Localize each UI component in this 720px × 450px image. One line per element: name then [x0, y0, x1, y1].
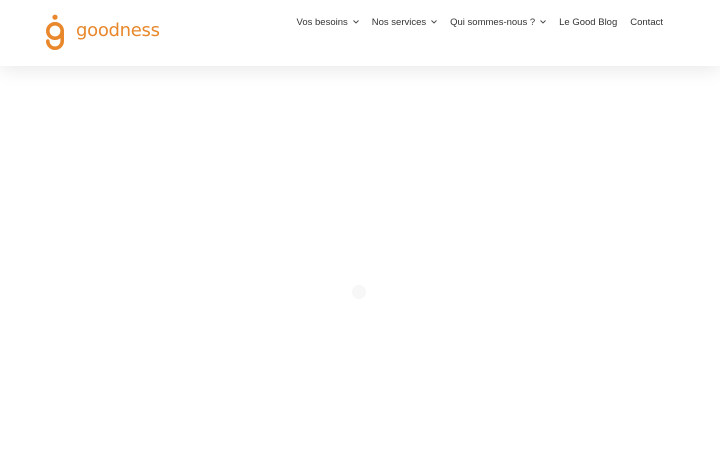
nav-item-qui-sommes-nous[interactable]: Qui sommes-nous ?	[450, 17, 546, 28]
chevron-down-icon	[540, 20, 546, 24]
goodness-logo-icon	[46, 14, 64, 50]
chevron-down-icon	[431, 20, 437, 24]
nav-item-label: Vos besoins	[296, 16, 348, 28]
chevron-down-icon	[352, 20, 359, 24]
page-content	[0, 66, 720, 450]
main-navigation: Vos besoins Nos services Qui sommes-nous…	[297, 0, 663, 44]
nav-item-label: Nos services	[371, 16, 427, 28]
nav-item-label: Qui sommes-nous ?	[450, 16, 536, 28]
nav-item-le-good-blog[interactable]: Le Good Blog	[559, 17, 617, 28]
nav-item-nos-services[interactable]: Nos services	[372, 17, 437, 28]
loading-indicator	[352, 285, 366, 299]
nav-item-contact[interactable]: Contact	[630, 17, 663, 28]
brand-name: goodness	[76, 20, 160, 41]
nav-item-label: Le Good Blog	[559, 16, 618, 28]
site-header: goodness Vos besoins Nos services Qui so…	[0, 0, 720, 66]
logo-link[interactable]: goodness	[44, 14, 160, 52]
nav-item-vos-besoins[interactable]: Vos besoins	[297, 17, 359, 28]
nav-item-label: Contact	[630, 16, 663, 28]
